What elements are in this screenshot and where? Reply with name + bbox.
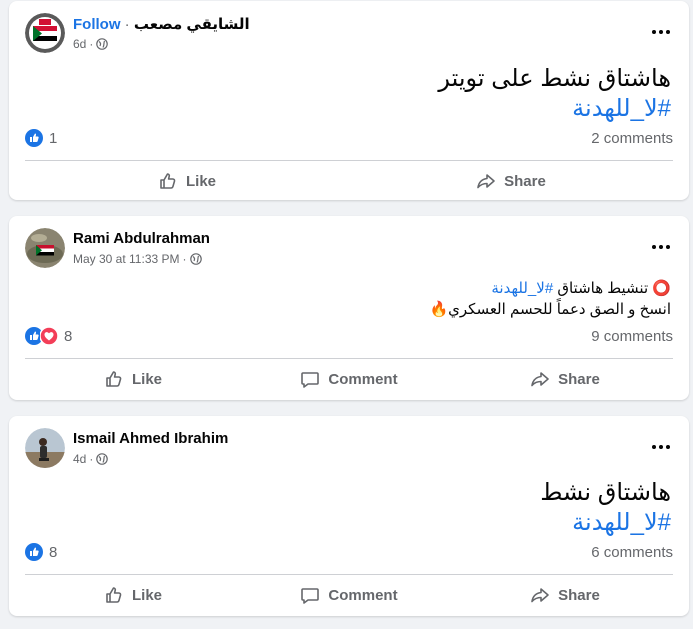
reaction-count: 8 (64, 327, 73, 345)
reactions-summary[interactable]: 8 (25, 327, 72, 345)
hashtag-link[interactable]: #لا_للهدنة (438, 94, 671, 124)
heart-icon (40, 327, 58, 345)
separator: · (89, 37, 94, 51)
share-button[interactable]: Share (457, 578, 673, 612)
post-meta: May 30 at 11:33 PM · (73, 252, 202, 266)
like-label: Like (131, 370, 162, 388)
post-text: هاشتاق نشط على تويتر #لا_للهدنة (438, 64, 671, 124)
post-time[interactable]: 4d (73, 452, 86, 466)
share-label: Share (558, 370, 600, 388)
more-horizontal-icon[interactable] (649, 442, 673, 452)
reactions-row: 8 6 comments (25, 543, 673, 565)
globe-icon (189, 253, 202, 265)
thumbs-up-icon (106, 587, 122, 603)
comments-count[interactable]: 9 comments (591, 328, 673, 345)
reactions-summary[interactable]: 1 (25, 129, 57, 147)
globe-icon (96, 453, 109, 465)
reaction-count: 1 (49, 129, 58, 147)
share-arrow-icon (531, 372, 549, 387)
post-text: هاشتاق نشط #لا_للهدنة (540, 478, 671, 538)
share-button[interactable]: Share (457, 362, 673, 396)
avatar[interactable] (25, 228, 65, 268)
hashtag-link[interactable]: #لا_للهدنة (491, 280, 553, 297)
thumbs-up-icon (106, 371, 122, 387)
share-label: Share (558, 586, 600, 604)
reactions-row: 8 9 comments (25, 327, 673, 349)
comment-label: Comment (328, 370, 398, 388)
post-card: Follow · الشايقي مصعب 6d · هاشتاق نشط عل… (9, 1, 689, 200)
share-arrow-icon (531, 588, 549, 603)
post-text-fragment: انسخ و الصق دعماً للحسم العسكري (448, 301, 671, 318)
post-text-line: ⭕ تنشيط هاشتاق #لا_للهدنة (429, 278, 671, 299)
hashtag-link[interactable]: #لا_للهدنة (540, 508, 671, 538)
avatar[interactable] (25, 428, 65, 468)
globe-icon (96, 38, 109, 50)
action-bar: Like Comment Share (25, 578, 673, 612)
like-button[interactable]: Like (25, 164, 349, 198)
divider (25, 160, 673, 161)
more-horizontal-icon[interactable] (649, 27, 673, 37)
comment-button[interactable]: Comment (241, 578, 457, 612)
action-bar: Like Comment Share (25, 362, 673, 396)
divider (25, 574, 673, 575)
share-button[interactable]: Share (349, 164, 673, 198)
red-circle-icon: ⭕ (652, 280, 671, 297)
thumbs-up-icon (25, 543, 43, 561)
comment-button[interactable]: Comment (241, 362, 457, 396)
post-header: Follow · الشايقي مصعب 6d · (25, 13, 670, 55)
author-name[interactable]: Rami Abdulrahman (73, 230, 210, 247)
post-header: Rami Abdulrahman May 30 at 11:33 PM · (25, 228, 670, 270)
post-text-line: هاشتاق نشط على تويتر (438, 65, 671, 92)
post-card: Ismail Ahmed Ibrahim 4d · هاشتاق نشط #لا… (9, 416, 689, 616)
author-name[interactable]: الشايقي مصعب (134, 16, 250, 33)
post-time[interactable]: May 30 at 11:33 PM (73, 252, 180, 266)
thumbs-up-icon (25, 129, 43, 147)
post-meta: 4d · (73, 452, 109, 466)
post-header: Ismail Ahmed Ibrahim 4d · (25, 428, 670, 470)
comment-bubble-icon (301, 372, 320, 388)
like-label: Like (131, 586, 162, 604)
avatar[interactable] (25, 13, 65, 53)
comment-label: Comment (328, 586, 398, 604)
separator: · (89, 452, 94, 466)
post-meta: 6d · (73, 37, 109, 51)
share-label: Share (504, 172, 546, 190)
post-text-line: هاشتاق نشط (540, 479, 671, 506)
post-text-line: انسخ و الصق دعماً للحسم العسكري🔥 (429, 299, 671, 320)
share-arrow-icon (477, 174, 495, 189)
reactions-summary[interactable]: 8 (25, 543, 57, 561)
comments-count[interactable]: 2 comments (591, 130, 673, 147)
comment-bubble-icon (301, 588, 320, 604)
more-horizontal-icon[interactable] (649, 242, 673, 252)
like-label: Like (185, 172, 216, 190)
separator: · (124, 16, 130, 33)
reaction-count: 8 (49, 543, 58, 561)
action-bar: Like Share (25, 164, 673, 198)
author-line: Ismail Ahmed Ibrahim (73, 430, 228, 447)
author-line: Follow · الشايقي مصعب (73, 15, 250, 33)
comments-count[interactable]: 6 comments (591, 544, 673, 561)
fire-icon: 🔥 (429, 301, 449, 318)
author-name[interactable]: Ismail Ahmed Ibrahim (73, 430, 228, 447)
post-text: ⭕ تنشيط هاشتاق #لا_للهدنة انسخ و الصق دع… (429, 278, 671, 320)
divider (25, 358, 673, 359)
like-button[interactable]: Like (25, 578, 241, 612)
follow-button[interactable]: Follow (73, 16, 121, 33)
reactions-row: 1 2 comments (25, 129, 673, 151)
post-time[interactable]: 6d (73, 37, 86, 51)
like-button[interactable]: Like (25, 362, 241, 396)
author-line: Rami Abdulrahman (73, 230, 210, 247)
post-text-fragment: تنشيط هاشتاق (557, 280, 649, 297)
post-card: Rami Abdulrahman May 30 at 11:33 PM · ⭕ … (9, 216, 689, 400)
thumbs-up-icon (160, 173, 176, 189)
separator: · (182, 252, 187, 266)
